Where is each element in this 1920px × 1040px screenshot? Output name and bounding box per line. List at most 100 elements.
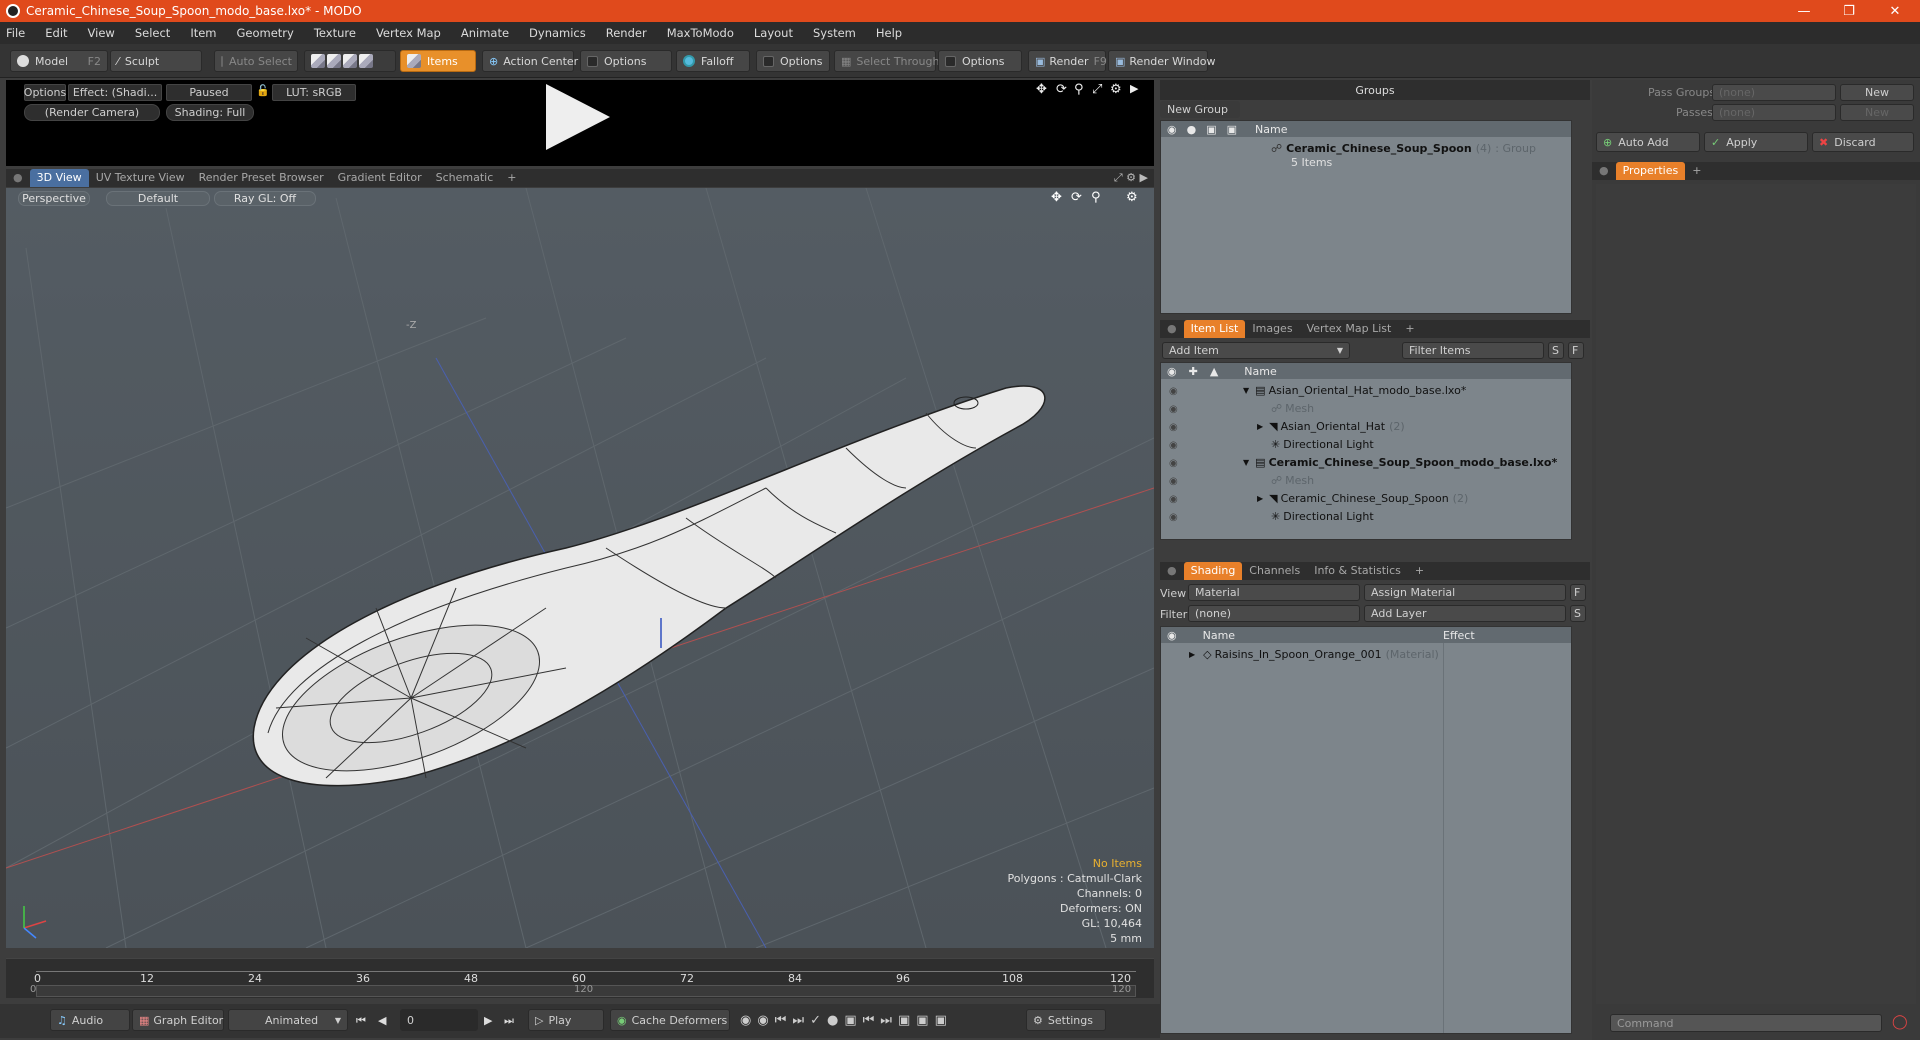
polygons-mode-icon[interactable] (343, 54, 357, 68)
menu-edit[interactable]: Edit (45, 26, 67, 40)
model-mode-button[interactable]: Model F2 (10, 50, 108, 72)
tab-render-preset-browser[interactable]: Render Preset Browser (192, 169, 331, 187)
raygl-dropdown[interactable]: Ray GL: Off (214, 191, 316, 206)
select-toggle-icon[interactable]: ▣ (1227, 123, 1237, 136)
lock-icon[interactable]: 🔓 (256, 84, 270, 97)
tab-info-statistics[interactable]: Info & Statistics (1307, 562, 1408, 580)
graph-editor-button[interactable]: ▦ Graph Editor (132, 1009, 224, 1031)
menu-system[interactable]: System (813, 26, 856, 40)
auto-select-button[interactable]: Auto Select (214, 50, 298, 72)
collapse-icon[interactable]: ▼ (1243, 458, 1249, 467)
animated-dropdown[interactable]: Animated ▼ (228, 1009, 348, 1031)
pass-groups-dropdown[interactable]: (none) (1712, 84, 1836, 101)
panel-menu-icon[interactable]: ● (1592, 162, 1616, 180)
close-icon[interactable]: ✕ (1872, 0, 1918, 22)
visibility-column[interactable]: ◉ ◉ ◉ ◉ ◉ ◉ ◉ ◉ (1169, 383, 1178, 527)
expand-icon[interactable]: ⤢ (1092, 82, 1102, 97)
filter-items-input[interactable]: Filter Items (1402, 342, 1544, 359)
tab-gradient-editor[interactable]: Gradient Editor (331, 169, 429, 187)
list-item[interactable]: ▶ ◥ Ceramic_Chinese_Soup_Spoon (2) (1257, 489, 1468, 507)
menu-maxtomodo[interactable]: MaxToModo (667, 26, 734, 40)
tab-images[interactable]: Images (1245, 320, 1299, 338)
vertices-mode-icon[interactable] (311, 54, 325, 68)
default-shading-dropdown[interactable]: Default (106, 191, 210, 206)
discard-button[interactable]: ✖ Discard (1812, 132, 1914, 152)
viewport-tab-controls-icon[interactable]: ⤢ ⚙ ▶ (1114, 171, 1154, 185)
eye-icon[interactable]: ◉ (1167, 123, 1177, 136)
passes-dropdown[interactable]: (none) (1712, 104, 1836, 121)
new-pass-button[interactable]: New (1840, 104, 1914, 121)
key-tools-icon[interactable]: ◉◉⏮⏭✓●▣⏮⏭▣▣▣ (740, 1013, 953, 1028)
menu-animate[interactable]: Animate (461, 26, 509, 40)
expand-icon[interactable]: ▶ (1189, 650, 1195, 659)
add-tab-button[interactable]: + (1408, 562, 1431, 580)
command-history-icon[interactable]: ◯ (1892, 1014, 1908, 1030)
menu-select[interactable]: Select (135, 26, 170, 40)
add-tab-button[interactable]: + (500, 169, 523, 187)
arrow-right-icon[interactable]: ▶ (1130, 82, 1138, 95)
view-dropdown[interactable]: Material (1188, 584, 1360, 601)
falloff-button[interactable]: Falloff (676, 50, 750, 72)
tab-item-list[interactable]: Item List (1183, 320, 1246, 338)
collapse-icon[interactable]: ▼ (1243, 386, 1249, 395)
add-layer-dropdown[interactable]: Add Layer (1364, 605, 1566, 622)
list-item[interactable]: ▼ ▤ Asian_Oriental_Hat_modo_base.lxo* (1243, 381, 1466, 399)
3d-viewport[interactable]: -Z Perspective Default Ray GL: Off ✥ ⟳ ⚲… (6, 188, 1154, 948)
zoom-icon[interactable]: ⚲ (1074, 82, 1084, 97)
add-item-dropdown[interactable]: Add Item ▼ (1162, 342, 1350, 359)
select-through-button[interactable]: ▦ Select Through (834, 50, 939, 72)
add-tab-button[interactable]: + (1685, 162, 1708, 180)
step-back-icon[interactable]: ◀ (378, 1014, 386, 1027)
list-item[interactable]: ✳ Directional Light (1271, 435, 1374, 453)
action-center-options-button[interactable]: Options (580, 50, 672, 72)
settings-button[interactable]: ⚙ Settings (1026, 1009, 1106, 1031)
tab-uv-texture-view[interactable]: UV Texture View (89, 169, 192, 187)
s-toggle[interactable]: S (1570, 605, 1586, 622)
menu-help[interactable]: Help (876, 26, 902, 40)
falloff-options-button[interactable]: Options (756, 50, 830, 72)
panel-menu-icon[interactable]: ● (1160, 320, 1184, 338)
rotate-icon[interactable]: ⟳ (1056, 82, 1067, 97)
new-group-button[interactable]: New Group (1160, 101, 1240, 118)
s-toggle[interactable]: S (1548, 342, 1564, 359)
render-toggle-icon[interactable]: ▲ (1210, 365, 1218, 378)
eye-icon[interactable]: ◉ (1167, 365, 1177, 378)
lut-dropdown[interactable]: LUT: sRGB (272, 84, 356, 101)
tab-vertex-map-list[interactable]: Vertex Map List (1300, 320, 1399, 338)
audio-button[interactable]: ♫ Audio (50, 1009, 130, 1031)
expand-icon[interactable]: ▶ (1257, 422, 1263, 431)
list-item[interactable]: ☍ Mesh (1271, 399, 1314, 417)
command-input[interactable]: Command (1610, 1014, 1882, 1032)
preview-options-button[interactable]: Options (24, 84, 66, 101)
menu-texture[interactable]: Texture (314, 26, 356, 40)
menu-render[interactable]: Render (606, 26, 647, 40)
step-forward-icon[interactable]: ▶ (484, 1014, 492, 1027)
list-item[interactable]: ☍ Mesh (1271, 471, 1314, 489)
apply-button[interactable]: ✓ Apply (1704, 132, 1808, 152)
pan-icon[interactable]: ✥ (1036, 82, 1047, 97)
gear-icon[interactable]: ⚙ (1110, 82, 1122, 97)
menu-item[interactable]: Item (190, 26, 216, 40)
effect-dropdown[interactable]: Effect: (Shadi... (68, 84, 162, 101)
select-through-options-button[interactable]: Options (938, 50, 1022, 72)
f-toggle[interactable]: F (1568, 342, 1584, 359)
pan-icon[interactable]: ✥ (1051, 190, 1062, 205)
tab-shading[interactable]: Shading (1183, 562, 1243, 580)
items-mode-button[interactable]: Items (400, 50, 476, 72)
minimize-icon[interactable]: — (1781, 0, 1827, 22)
play-button[interactable]: ▷ Play (528, 1009, 604, 1031)
menu-dynamics[interactable]: Dynamics (529, 26, 586, 40)
tab-schematic[interactable]: Schematic (429, 169, 501, 187)
timeline[interactable]: 0 12 24 36 48 60 72 84 96 108 120 0 120 … (6, 958, 1154, 998)
cache-deformers-button[interactable]: ◉ Cache Deformers (610, 1009, 730, 1031)
shading-dropdown[interactable]: Shading: Full (166, 104, 254, 121)
gear-icon[interactable]: ⚙ (1126, 190, 1138, 205)
menu-geometry[interactable]: Geometry (237, 26, 294, 40)
panel-menu-icon[interactable]: ● (1160, 562, 1184, 580)
menu-view[interactable]: View (88, 26, 115, 40)
tab-3d-view[interactable]: 3D View (29, 169, 89, 187)
edges-mode-icon[interactable] (327, 54, 341, 68)
expand-icon[interactable]: ▶ (1257, 494, 1263, 503)
tab-properties[interactable]: Properties (1615, 162, 1686, 180)
menu-file[interactable]: File (6, 26, 25, 40)
